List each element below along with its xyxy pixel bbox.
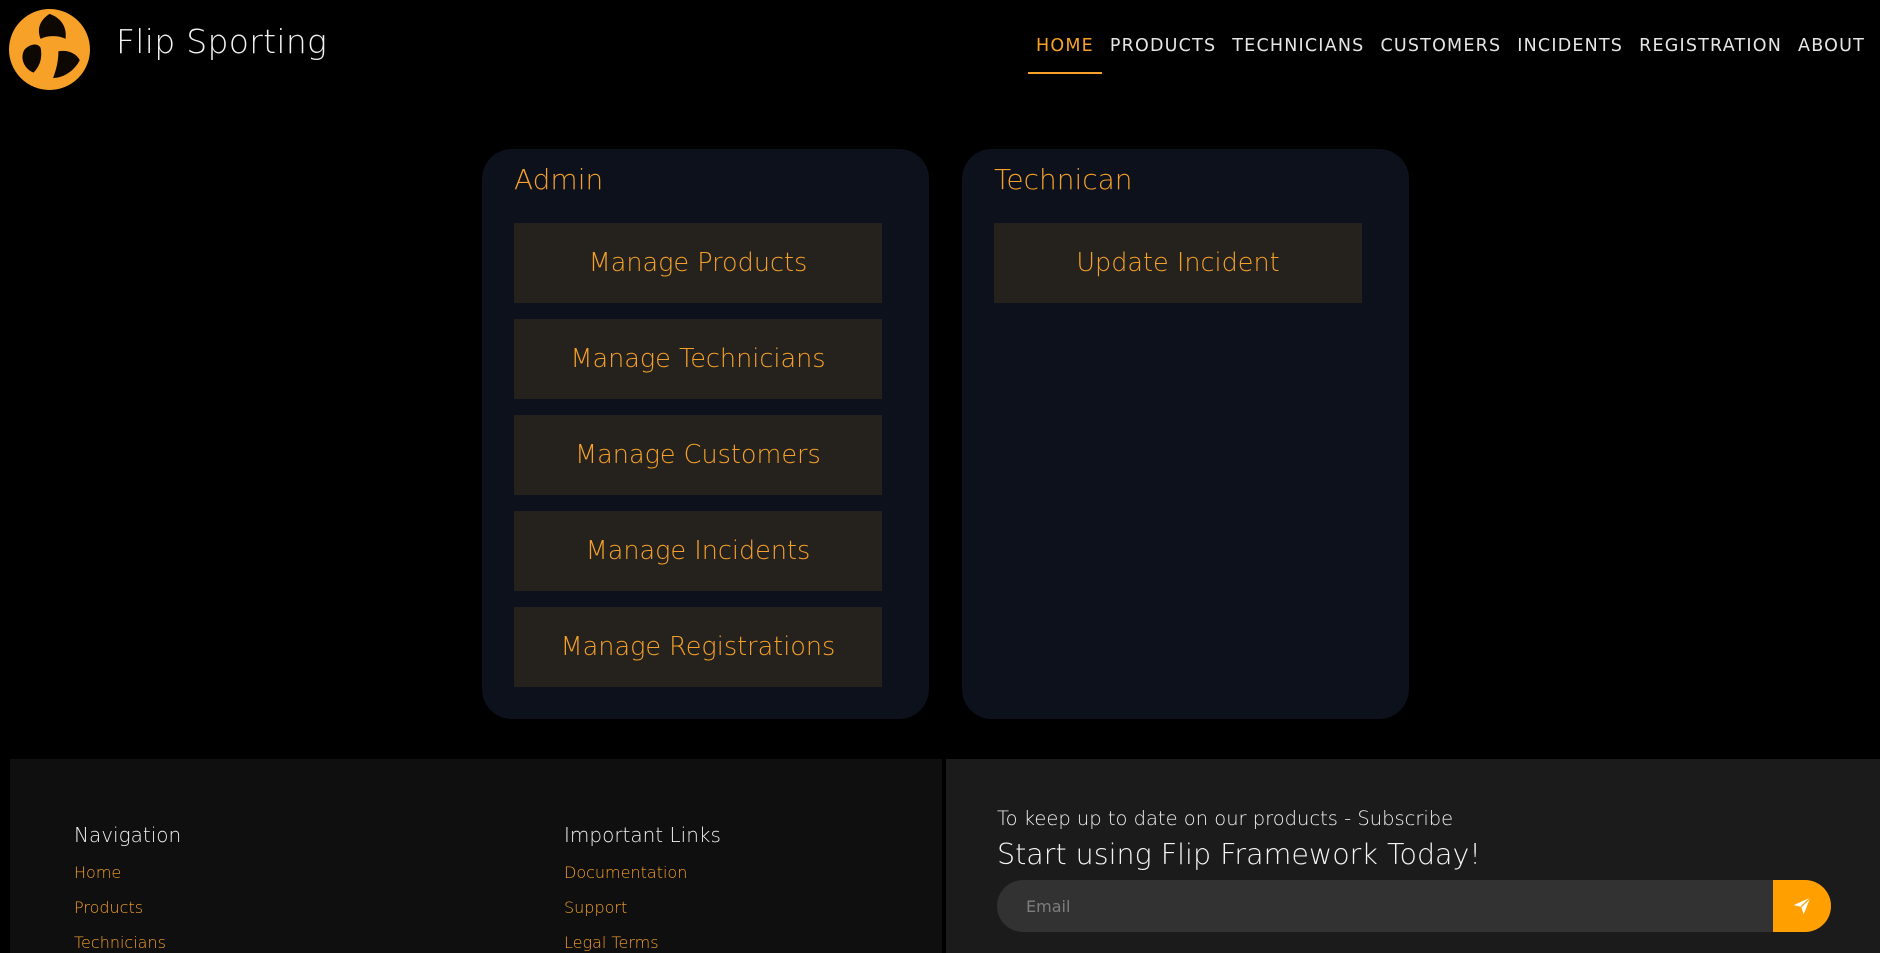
footer-link-home[interactable]: Home bbox=[74, 863, 121, 882]
footer-link-products[interactable]: Products bbox=[74, 898, 143, 917]
subscribe-heading: Start using Flip Framework Today! bbox=[997, 838, 1481, 871]
technician-title: Technican bbox=[994, 163, 1133, 196]
manage-customers-button[interactable]: Manage Customers bbox=[514, 415, 882, 495]
nav-incidents[interactable]: INCIDENTS bbox=[1509, 32, 1631, 74]
subscribe-form bbox=[997, 880, 1831, 932]
main-nav: HOME PRODUCTS TECHNICIANS CUSTOMERS INCI… bbox=[1028, 32, 1873, 74]
flip-sporting-logo[interactable] bbox=[5, 5, 94, 94]
footer-navigation-heading: Navigation bbox=[74, 823, 182, 847]
footer-link-documentation[interactable]: Documentation bbox=[564, 863, 687, 882]
paper-plane-icon bbox=[1793, 897, 1811, 915]
admin-card: Admin Manage Products Manage Technicians… bbox=[482, 149, 929, 719]
manage-products-button[interactable]: Manage Products bbox=[514, 223, 882, 303]
footer-important-heading: Important Links bbox=[564, 823, 721, 847]
footer-link-legal-terms[interactable]: Legal Terms bbox=[564, 933, 659, 952]
nav-products[interactable]: PRODUCTS bbox=[1102, 32, 1224, 74]
nav-about[interactable]: ABOUT bbox=[1790, 32, 1873, 74]
subscribe-panel: To keep up to date on our products - Sub… bbox=[946, 759, 1880, 953]
manage-incidents-button[interactable]: Manage Incidents bbox=[514, 511, 882, 591]
nav-technicians[interactable]: TECHNICIANS bbox=[1224, 32, 1372, 74]
subscribe-text: To keep up to date on our products - Sub… bbox=[997, 807, 1454, 830]
nav-customers[interactable]: CUSTOMERS bbox=[1372, 32, 1509, 74]
footer-link-support[interactable]: Support bbox=[564, 898, 627, 917]
nav-home[interactable]: HOME bbox=[1028, 32, 1102, 74]
manage-registrations-button[interactable]: Manage Registrations bbox=[514, 607, 882, 687]
email-input[interactable] bbox=[997, 880, 1773, 932]
manage-technicians-button[interactable]: Manage Technicians bbox=[514, 319, 882, 399]
nav-registration[interactable]: REGISTRATION bbox=[1631, 32, 1790, 74]
admin-title: Admin bbox=[514, 163, 604, 196]
footer-link-technicians[interactable]: Technicians bbox=[74, 933, 166, 952]
footer-links-panel: Navigation Home Products Technicians Imp… bbox=[10, 759, 942, 953]
subscribe-send-button[interactable] bbox=[1773, 880, 1831, 932]
technician-card: Technican Update Incident bbox=[962, 149, 1409, 719]
brand-name[interactable]: Flip Sporting bbox=[116, 22, 327, 61]
site-header: Flip Sporting HOME PRODUCTS TECHNICIANS … bbox=[0, 0, 1880, 100]
update-incident-button[interactable]: Update Incident bbox=[994, 223, 1362, 303]
